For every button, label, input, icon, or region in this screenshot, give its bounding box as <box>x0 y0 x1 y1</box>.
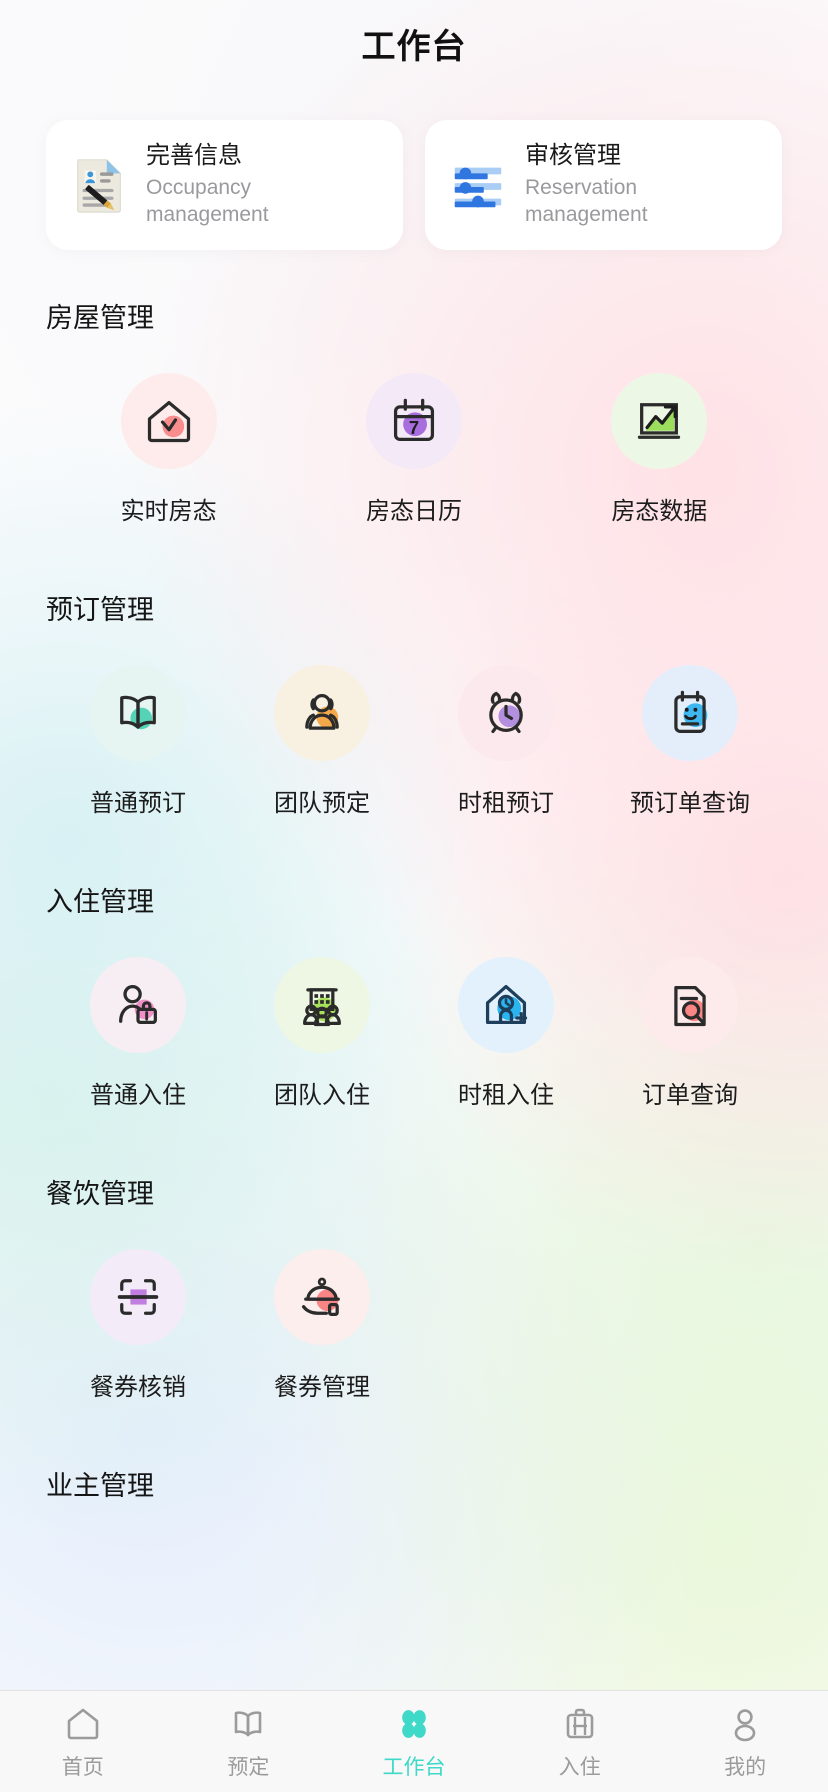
section-catering-management: 餐饮管理 餐券核销 餐券管理 <box>0 1172 828 1418</box>
grid-item-label: 餐券管理 <box>274 1374 370 1401</box>
house-clock-plus-icon <box>458 957 554 1053</box>
grid-item-normal-checkin[interactable]: 普通入住 <box>46 957 230 1110</box>
quick-card-reservation-subtitle: Reservation management <box>525 176 648 227</box>
grid-item-status-data[interactable]: 房态数据 <box>537 373 782 526</box>
grid-item-booking-query[interactable]: 预订单查询 <box>598 665 782 818</box>
quick-cards-row: 完善信息 Occupancy management 审核管理 Reservati… <box>0 86 828 250</box>
alarm-clock-icon <box>458 665 554 761</box>
section-title-checkin-management: 入住管理 <box>46 887 154 917</box>
tab-checkin[interactable]: 入住 <box>497 1703 663 1781</box>
grid-item-label: 房态日历 <box>365 498 462 525</box>
quick-card-reservation[interactable]: 审核管理 Reservation management <box>425 120 782 250</box>
quick-card-reservation-title: 审核管理 <box>525 142 621 170</box>
workbench-page: 工作台 完善信息 Occupancy management 审核管理 Reser… <box>0 0 828 1792</box>
grid-item-realtime-status[interactable]: 实时房态 <box>46 373 291 526</box>
clover-icon <box>394 1703 434 1745</box>
section-owner-management: 业主管理 <box>0 1464 828 1503</box>
grid-item-label: 实时房态 <box>120 498 217 525</box>
grid-catering-management: 餐券核销 餐券管理 <box>46 1249 782 1418</box>
grid-item-label: 订单查询 <box>642 1082 738 1109</box>
grid-house-management: 实时房态 7 房态日历 房态数据 <box>46 373 782 542</box>
quick-card-occupancy-title: 完善信息 <box>146 142 242 170</box>
grid-item-status-calendar[interactable]: 7 房态日历 <box>291 373 536 526</box>
page-header: 工作台 <box>0 0 828 86</box>
section-house-management: 房屋管理 实时房态 7 房态日历 房态数据 <box>0 296 828 542</box>
grid-item-hourly-booking[interactable]: 时租预订 <box>414 665 598 818</box>
section-checkin-management: 入住管理 普通入住 团队入住 时租入住 订单查询 <box>0 880 828 1126</box>
tab-checkin-label: 入住 <box>558 1755 601 1779</box>
grid-checkin-management: 普通入住 团队入住 时租入住 订单查询 <box>46 957 782 1126</box>
grid-item-label: 时租入住 <box>458 1082 554 1109</box>
grid-booking-management: 普通预订 团队预定 时租预订 预订单查询 <box>46 665 782 834</box>
grid-item-group-checkin[interactable]: 团队入住 <box>230 957 414 1110</box>
suitcase-icon <box>560 1703 600 1745</box>
grid-item-normal-booking[interactable]: 普通预订 <box>46 665 230 818</box>
quick-card-occupancy[interactable]: 完善信息 Occupancy management <box>46 120 403 250</box>
tab-home[interactable]: 首页 <box>0 1703 166 1781</box>
person-luggage-icon <box>90 957 186 1053</box>
grid-item-label: 房态数据 <box>611 498 708 525</box>
building-group-icon <box>274 957 370 1053</box>
quick-card-occupancy-subtitle: Occupancy management <box>146 176 269 227</box>
tab-workbench-label: 工作台 <box>382 1755 446 1779</box>
tab-profile[interactable]: 我的 <box>662 1703 828 1781</box>
grid-item-label: 团队入住 <box>274 1082 370 1109</box>
page-title: 工作台 <box>361 27 467 66</box>
grid-item-hourly-checkin[interactable]: 时租入住 <box>414 957 598 1110</box>
chart-trend-icon <box>611 373 708 469</box>
section-title-owner-management: 业主管理 <box>46 1471 154 1501</box>
house-check-icon <box>120 373 217 469</box>
grid-item-group-booking[interactable]: 团队预定 <box>230 665 414 818</box>
section-title-booking-management: 预订管理 <box>46 595 154 625</box>
section-booking-management: 预订管理 普通预订 团队预定 时租预订 预订单查询 <box>0 588 828 834</box>
quick-card-reservation-text: 审核管理 Reservation management <box>525 141 695 228</box>
food-tray-icon <box>274 1249 370 1345</box>
grid-item-meal-voucher-redeem[interactable]: 餐券核销 <box>46 1249 230 1402</box>
document-pen-icon <box>68 154 130 216</box>
grid-item-label: 时租预订 <box>458 790 554 817</box>
calendar-7-icon: 7 <box>365 373 462 469</box>
home-icon <box>63 1703 103 1745</box>
tab-booking[interactable]: 预定 <box>166 1703 332 1781</box>
tab-profile-label: 我的 <box>724 1755 767 1779</box>
section-title-house-management: 房屋管理 <box>46 303 154 333</box>
scroll-content[interactable]: 完善信息 Occupancy management 审核管理 Reservati… <box>0 86 828 1690</box>
group-people-icon <box>274 665 370 761</box>
section-title-catering-management: 餐饮管理 <box>46 1179 154 1209</box>
bottom-tab-bar: 首页 预定 工作台 入住 我的 <box>0 1690 828 1792</box>
book-icon <box>228 1703 268 1745</box>
grid-item-label: 普通入住 <box>90 1082 186 1109</box>
grid-item-label: 团队预定 <box>274 790 370 817</box>
person-icon <box>725 1703 765 1745</box>
sliders-icon <box>447 154 509 216</box>
scan-code-icon <box>90 1249 186 1345</box>
grid-item-label: 预订单查询 <box>630 790 750 817</box>
open-book-icon <box>90 665 186 761</box>
tab-booking-label: 预定 <box>227 1755 270 1779</box>
grid-item-order-query[interactable]: 订单查询 <box>598 957 782 1110</box>
grid-item-label: 普通预订 <box>90 790 186 817</box>
tab-home-label: 首页 <box>61 1755 104 1779</box>
clipboard-book-icon <box>642 665 738 761</box>
grid-item-meal-voucher-manage[interactable]: 餐券管理 <box>230 1249 414 1402</box>
quick-card-occupancy-text: 完善信息 Occupancy management <box>146 141 316 228</box>
grid-item-label: 餐券核销 <box>90 1374 186 1401</box>
document-search-icon <box>642 957 738 1053</box>
svg-text:7: 7 <box>409 417 419 438</box>
tab-workbench[interactable]: 工作台 <box>331 1703 497 1781</box>
